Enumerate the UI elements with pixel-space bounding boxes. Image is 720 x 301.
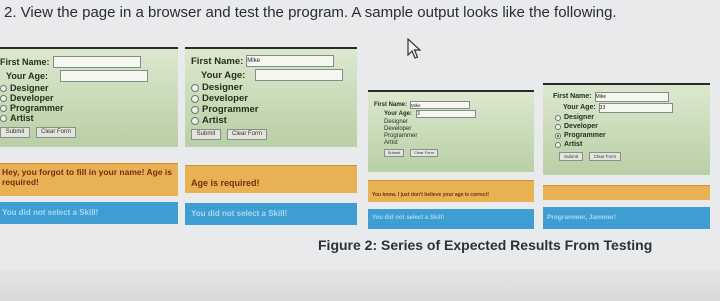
clear-form-button[interactable]: Clear Form bbox=[227, 129, 267, 140]
skill-message: Programmer, Jammer! bbox=[543, 207, 710, 229]
first-name-label: First Name: bbox=[553, 93, 592, 100]
first-name-label: First Name: bbox=[0, 57, 50, 67]
radio-button[interactable] bbox=[0, 104, 7, 112]
submit-button[interactable]: Submit bbox=[0, 127, 30, 138]
option-designer[interactable]: Designer bbox=[374, 118, 534, 125]
radio-button[interactable] bbox=[191, 83, 199, 92]
age-field[interactable] bbox=[255, 69, 344, 81]
age-field[interactable]: 33 bbox=[598, 102, 673, 113]
option-developer[interactable]: Developer bbox=[551, 122, 710, 131]
first-name-label: First Name: bbox=[191, 55, 244, 67]
option-developer[interactable]: Developer bbox=[191, 93, 357, 104]
age-label: Your Age: bbox=[563, 104, 596, 111]
first-name-field[interactable]: Mike bbox=[594, 91, 669, 102]
clear-form-button[interactable]: Clear Form bbox=[589, 152, 621, 161]
radio-button[interactable] bbox=[555, 114, 561, 121]
error-message: Hey, you forgot to fill in your name! Ag… bbox=[0, 163, 178, 196]
radio-button[interactable] bbox=[191, 116, 199, 125]
option-designer[interactable]: Designer bbox=[191, 82, 357, 93]
option-programmer[interactable]: Programmer bbox=[191, 104, 357, 115]
radio-button[interactable] bbox=[0, 84, 7, 92]
option-programmer[interactable]: Programmer bbox=[0, 103, 178, 113]
option-designer[interactable]: Designer bbox=[0, 83, 178, 93]
skill-message: You did not select a Skill! bbox=[0, 202, 178, 224]
option-developer[interactable]: Developer bbox=[0, 93, 178, 103]
option-designer[interactable]: Designer bbox=[551, 113, 710, 122]
radio-button[interactable] bbox=[191, 94, 199, 103]
first-name-field[interactable] bbox=[52, 56, 141, 68]
radio-button[interactable] bbox=[555, 123, 561, 130]
option-artist[interactable]: Artist bbox=[374, 139, 534, 146]
age-label: Your Age: bbox=[201, 69, 246, 81]
age-field[interactable]: 3 bbox=[416, 109, 476, 118]
option-artist[interactable]: Artist bbox=[551, 140, 710, 149]
option-artist[interactable]: Artist bbox=[191, 115, 357, 126]
option-programmer[interactable]: Programmer bbox=[551, 131, 710, 140]
form-area: First Name: Mike Your Age: 33 Designer D… bbox=[543, 83, 710, 175]
option-developer[interactable]: Developer bbox=[374, 125, 534, 132]
submit-button[interactable]: Submit bbox=[191, 129, 221, 140]
error-message: Age is required! bbox=[185, 165, 357, 193]
clear-form-button[interactable]: Clear Form bbox=[410, 149, 438, 157]
error-message: You know, I just don't believe your age … bbox=[368, 180, 534, 202]
form-area: First Name: Your Age: Designer Developer… bbox=[0, 47, 178, 147]
page-bottom-edge bbox=[0, 270, 720, 301]
age-label: Your Age: bbox=[6, 71, 48, 81]
figure-caption: Figure 2: Series of Expected Results Fro… bbox=[318, 237, 653, 253]
first-name-field[interactable]: Mike bbox=[246, 55, 335, 67]
radio-button[interactable] bbox=[191, 105, 199, 114]
age-label: Your Age: bbox=[384, 110, 412, 117]
first-name-label: First Name: bbox=[374, 101, 408, 108]
skill-message: You did not select a Skill! bbox=[185, 203, 357, 225]
form-area: First Name: Mike Your Age: Designer Deve… bbox=[185, 47, 357, 147]
option-programmer[interactable]: Programmer bbox=[374, 132, 534, 139]
radio-button[interactable] bbox=[0, 94, 7, 102]
age-field[interactable] bbox=[60, 70, 148, 82]
option-artist[interactable]: Artist bbox=[0, 113, 178, 123]
mouse-pointer-icon bbox=[407, 38, 422, 59]
submit-button[interactable]: Submit bbox=[384, 149, 404, 157]
form-area: First Name: Mike Your Age: 3 Designer De… bbox=[368, 90, 534, 172]
clear-form-button[interactable]: Clear Form bbox=[36, 127, 76, 138]
radio-button[interactable] bbox=[555, 141, 561, 148]
first-name-field[interactable]: Mike bbox=[410, 100, 471, 109]
radio-button[interactable] bbox=[0, 114, 7, 122]
error-message bbox=[543, 185, 710, 200]
submit-button[interactable]: Submit bbox=[559, 152, 583, 161]
skill-message: You did not select a Skill! bbox=[368, 209, 534, 229]
instruction-text: 2. View the page in a browser and test t… bbox=[4, 4, 617, 21]
radio-button-selected[interactable] bbox=[555, 132, 561, 139]
